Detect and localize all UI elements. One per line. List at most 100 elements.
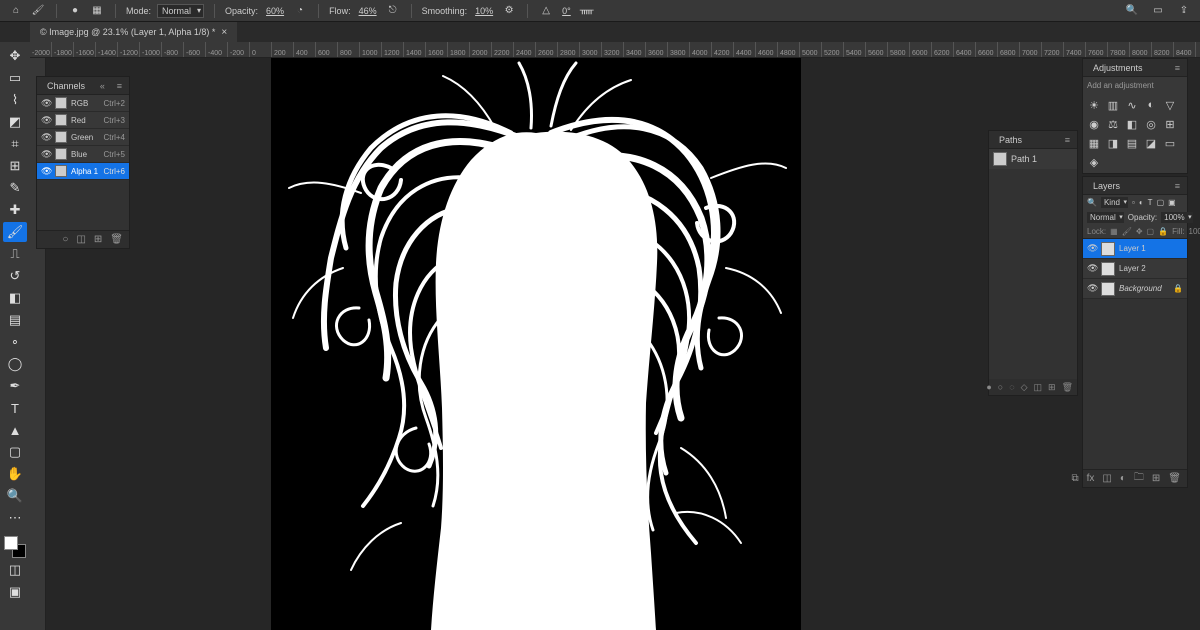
channels-panel-header[interactable]: Channels « ≡ [37, 77, 129, 95]
blend-mode-dropdown[interactable]: Normal [157, 4, 204, 18]
hue-sat-icon[interactable]: ◉ [1087, 117, 1101, 131]
home-icon[interactable]: ⌂ [8, 3, 24, 19]
layer-thumbnail[interactable] [1101, 262, 1115, 276]
stroke-path-icon[interactable]: ○ [998, 382, 1003, 392]
path-to-selection-icon[interactable]: ◌ [1009, 382, 1014, 392]
channel-thumbnail[interactable] [55, 148, 67, 160]
brush-tool-indicator-icon[interactable]: 🖌 [30, 3, 46, 19]
visibility-eye-icon[interactable]: 👁 [41, 115, 51, 126]
angle-field[interactable]: 0° [560, 6, 573, 16]
visibility-eye-icon[interactable]: 👁 [41, 149, 51, 160]
lasso-tool-icon[interactable]: ⌇ [3, 90, 27, 110]
filter-shape-icon[interactable]: ▢ [1157, 198, 1165, 207]
visibility-eye-icon[interactable]: 👁 [41, 166, 51, 177]
horizontal-ruler[interactable]: -2000-1800-1600-1400-1200-1000-800-600-4… [30, 42, 1200, 58]
color-swatches[interactable] [4, 536, 26, 558]
marquee-tool-icon[interactable]: ▭ [3, 68, 27, 88]
vibrance-icon[interactable]: ▽ [1163, 98, 1177, 112]
selection-to-path-icon[interactable]: ◇ [1021, 382, 1028, 393]
channel-thumbnail[interactable] [55, 97, 67, 109]
channel-row[interactable]: 👁Alpha 1Ctrl+6 [37, 163, 129, 180]
lock-position-icon[interactable]: ✥ [1136, 227, 1143, 236]
flow-field[interactable]: 46% [357, 6, 379, 16]
add-mask-path-icon[interactable]: ◫ [1034, 382, 1043, 393]
new-layer-icon[interactable]: ⊞ [1152, 473, 1160, 484]
zoom-tool-icon[interactable]: 🔍 [3, 486, 27, 506]
new-adjustment-icon[interactable]: ◐ [1120, 473, 1126, 484]
panel-menu-icon[interactable]: ≡ [117, 81, 123, 91]
move-tool-icon[interactable]: ✥ [3, 46, 27, 66]
lock-all-icon[interactable]: 🔒 [1158, 227, 1168, 236]
lock-image-icon[interactable]: 🖌 [1122, 227, 1132, 236]
channel-thumbnail[interactable] [55, 114, 67, 126]
lock-transparency-icon[interactable]: ▦ [1110, 227, 1118, 236]
layer-blend-dropdown[interactable]: Normal [1087, 212, 1124, 223]
new-path-icon[interactable]: ⊞ [1048, 382, 1056, 393]
new-group-icon[interactable]: 🗀 [1134, 470, 1144, 487]
opacity-field[interactable]: 60% [264, 6, 286, 16]
filter-pixel-icon[interactable]: ▫ [1132, 198, 1135, 207]
fill-field[interactable]: 100% [1189, 227, 1200, 236]
heal-tool-icon[interactable]: ✚ [3, 200, 27, 220]
object-select-tool-icon[interactable]: ◩ [3, 112, 27, 132]
visibility-eye-icon[interactable]: 👁 [41, 132, 51, 143]
smoothing-field[interactable]: 10% [473, 6, 495, 16]
lock-artboard-icon[interactable]: ▢ [1147, 227, 1155, 236]
panel-menu-icon[interactable]: ≡ [1175, 63, 1181, 73]
load-selection-icon[interactable]: ○ [62, 234, 68, 245]
workspace-icon[interactable]: ▭ [1150, 3, 1166, 19]
type-tool-icon[interactable]: T [3, 398, 27, 418]
share-icon[interactable]: ⇪ [1176, 3, 1192, 19]
delete-layer-icon[interactable]: 🗑 [1168, 473, 1181, 484]
layers-panel-header[interactable]: Layers ≡ [1083, 177, 1187, 195]
lock-icon[interactable]: 🔒 [1173, 284, 1183, 293]
new-channel-icon[interactable]: ⊞ [94, 234, 102, 245]
document-tab[interactable]: © Image.jpg @ 23.1% (Layer 1, Alpha 1/8)… [30, 22, 237, 42]
panel-menu-icon[interactable]: ≡ [1175, 181, 1181, 191]
airbrush-icon[interactable]: ⎋ [385, 3, 401, 19]
path-row[interactable]: Path 1 [989, 149, 1077, 169]
path-thumbnail[interactable] [993, 152, 1007, 166]
selective-color-icon[interactable]: ◈ [1087, 155, 1101, 169]
channel-thumbnail[interactable] [55, 165, 67, 177]
brightness-icon[interactable]: ☀ [1087, 98, 1101, 112]
channel-row[interactable]: 👁RedCtrl+3 [37, 112, 129, 129]
opacity-pressure-icon[interactable]: ◔ [292, 3, 308, 19]
filter-smart-icon[interactable]: ▣ [1168, 198, 1176, 207]
color-balance-icon[interactable]: ⚖ [1106, 117, 1120, 131]
layer-row[interactable]: 👁Background🔒 [1083, 279, 1187, 299]
layer-fx-icon[interactable]: fx [1087, 473, 1095, 484]
fill-path-icon[interactable]: ● [986, 382, 991, 392]
angle-icon[interactable]: △ [538, 3, 554, 19]
layer-opacity-field[interactable]: 100% [1161, 212, 1192, 223]
layer-kind-dropdown[interactable]: Kind [1101, 197, 1128, 208]
frame-tool-icon[interactable]: ⊞ [3, 156, 27, 176]
close-tab-icon[interactable]: × [221, 27, 227, 38]
shape-tool-icon[interactable]: ▢ [3, 442, 27, 462]
link-layers-icon[interactable]: ⧉ [1071, 473, 1078, 484]
curves-icon[interactable]: ∿ [1125, 98, 1139, 112]
exposure-icon[interactable]: ◐ [1144, 98, 1158, 112]
foreground-swatch[interactable] [4, 536, 18, 550]
bw-icon[interactable]: ◧ [1125, 117, 1139, 131]
add-mask-icon[interactable]: ◫ [1102, 473, 1111, 484]
levels-icon[interactable]: ▥ [1106, 98, 1120, 112]
channel-mixer-icon[interactable]: ⊞ [1163, 117, 1177, 131]
gradient-tool-icon[interactable]: ▤ [3, 310, 27, 330]
filter-adjust-icon[interactable]: ◐ [1139, 198, 1144, 207]
history-brush-tool-icon[interactable]: ↺ [3, 266, 27, 286]
stamp-tool-icon[interactable]: ⎍ [3, 244, 27, 264]
path-select-tool-icon[interactable]: ▲ [3, 420, 27, 440]
photo-filter-icon[interactable]: ◎ [1144, 117, 1158, 131]
channel-row[interactable]: 👁BlueCtrl+5 [37, 146, 129, 163]
symmetry-icon[interactable]: ᚅ [579, 3, 595, 19]
eraser-tool-icon[interactable]: ◧ [3, 288, 27, 308]
canvas-document[interactable] [271, 58, 801, 630]
channel-row[interactable]: 👁GreenCtrl+4 [37, 129, 129, 146]
quick-mask-icon[interactable]: ◫ [3, 560, 27, 580]
layer-row[interactable]: 👁Layer 2 [1083, 259, 1187, 279]
search-icon[interactable]: 🔍 [1124, 3, 1140, 19]
edit-toolbar-icon[interactable]: ⋯ [3, 508, 27, 528]
paths-tab[interactable]: Paths [995, 135, 1026, 145]
save-selection-icon[interactable]: ◫ [76, 234, 85, 245]
